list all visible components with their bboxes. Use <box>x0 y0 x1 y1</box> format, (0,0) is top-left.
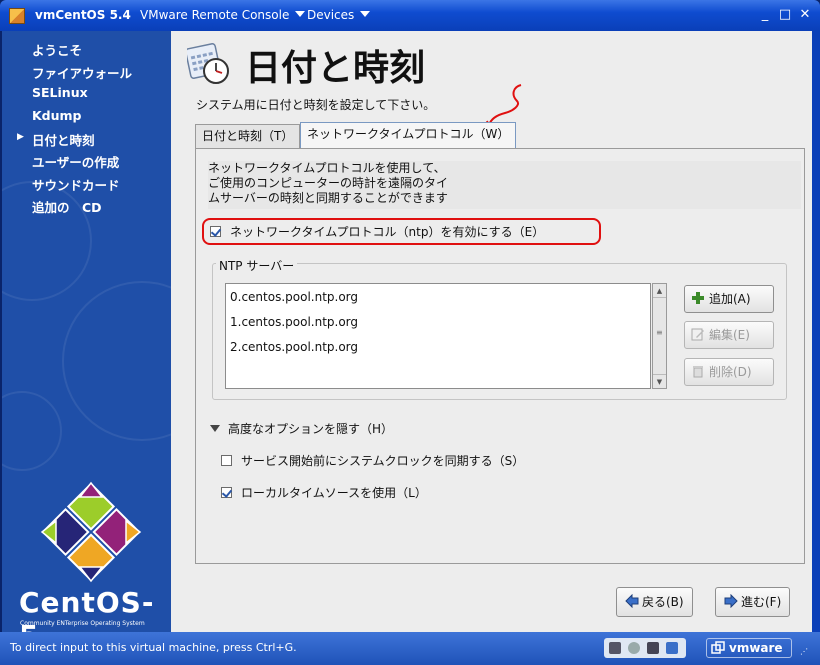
sync-before-start-checkbox[interactable] <box>221 455 232 466</box>
delete-server-label: 削除(D) <box>709 365 752 379</box>
background-flower-decoration <box>62 281 171 441</box>
window-right-border <box>812 31 820 632</box>
vmware-logo: vmware <box>706 638 792 658</box>
ntp-server-list[interactable]: 0.centos.pool.ntp.org 1.centos.pool.ntp.… <box>225 283 651 389</box>
ntp-description-line: ネットワークタイムプロトコルを使用して、 <box>208 161 446 175</box>
arrow-right-icon <box>724 594 738 608</box>
remote-console-menu[interactable]: VMware Remote Console <box>140 8 306 22</box>
scroll-grip-icon: ≡ <box>656 328 663 337</box>
chevron-down-icon <box>360 11 371 17</box>
sidebar-item-create-user: ユーザーの作成 <box>32 155 120 170</box>
edit-server-button[interactable]: 編集(E) <box>684 321 774 349</box>
remote-console-menu-label: VMware Remote Console <box>140 8 290 22</box>
sync-before-start-checkbox-row[interactable]: サービス開始前にシステムクロックを同期する（S） <box>221 452 524 469</box>
sync-before-start-label: サービス開始前にシステムクロックを同期する（S） <box>241 454 525 468</box>
sidebar-item-firewall: ファイアウォール <box>32 66 133 81</box>
enable-ntp-checkbox[interactable] <box>210 226 221 237</box>
use-local-source-checkbox[interactable] <box>221 487 232 498</box>
advanced-options-toggle[interactable]: 高度なオプションを隠す（H） <box>210 420 393 437</box>
device-tray <box>604 638 686 658</box>
add-server-button[interactable]: 追加(A) <box>684 285 774 313</box>
page-description: システム用に日付と時刻を設定して下さい。 <box>196 98 436 112</box>
sidebar-item-selinux: SELinux <box>32 85 88 100</box>
current-step-arrow-icon: ▶ <box>17 132 24 142</box>
resize-grip-icon[interactable]: ⋰ <box>800 647 808 656</box>
vmware-logo-icon <box>711 641 725 654</box>
maximize-icon[interactable]: □ <box>777 7 793 23</box>
minimize-icon[interactable]: _ <box>757 7 773 23</box>
list-item[interactable]: 0.centos.pool.ntp.org <box>230 290 358 304</box>
main-panel: 日付と時刻 システム用に日付と時刻を設定して下さい。 日付と時刻（T） ネットワ… <box>171 31 812 632</box>
back-button[interactable]: 戻る(B) <box>616 587 693 617</box>
ntp-description: ネットワークタイムプロトコルを使用して、 ご使用のコンピューターの時計を遠隔のタ… <box>208 161 801 209</box>
scroll-up-icon[interactable]: ▲ <box>653 284 666 298</box>
forward-label: 進む(F) <box>741 595 782 609</box>
vmware-app-icon <box>9 8 25 24</box>
close-icon[interactable]: ✕ <box>797 7 813 23</box>
hard-disk-icon[interactable] <box>609 642 621 654</box>
floppy-icon[interactable] <box>647 642 659 654</box>
sidebar-item-kdump: Kdump <box>32 108 82 123</box>
list-item[interactable]: 2.centos.pool.ntp.org <box>230 340 358 354</box>
enable-ntp-label: ネットワークタイムプロトコル（ntp）を有効にする（E） <box>230 225 545 239</box>
arrow-left-icon <box>625 594 639 608</box>
edit-pencil-icon <box>691 328 704 341</box>
expander-down-icon <box>210 425 220 432</box>
add-server-label: 追加(A) <box>709 292 751 306</box>
use-local-source-checkbox-row[interactable]: ローカルタイムソースを使用（L） <box>221 484 427 501</box>
ntp-server-list-scrollbar[interactable]: ▲ ≡ ▼ <box>652 283 667 389</box>
network-icon[interactable] <box>666 642 678 654</box>
ntp-servers-frame-label: NTP サーバー <box>216 257 298 274</box>
ntp-description-line: ご使用のコンピューターの時計を遠隔のタイ <box>208 176 449 190</box>
centos-logo-subtitle: Community ENTerprise Operating System <box>20 620 145 627</box>
chevron-down-icon <box>295 11 306 17</box>
vmware-logo-text: vmware <box>729 641 783 655</box>
tab-date-time[interactable]: 日付と時刻（T） <box>195 124 301 148</box>
trash-icon <box>693 366 703 378</box>
centos-logo-icon <box>40 481 142 583</box>
tab-network-time-protocol[interactable]: ネットワークタイムプロトコル（W） <box>300 122 517 148</box>
scroll-down-icon[interactable]: ▼ <box>653 374 666 388</box>
devices-menu[interactable]: Devices <box>307 8 371 22</box>
list-item[interactable]: 1.centos.pool.ntp.org <box>230 315 358 329</box>
background-flower-decoration <box>2 391 62 471</box>
delete-server-button[interactable]: 削除(D) <box>684 358 774 386</box>
sidebar-item-sound-card: サウンドカード <box>32 178 120 193</box>
sidebar-item-additional-cd: 追加の CD <box>32 200 102 215</box>
calendar-clock-icon <box>187 43 229 84</box>
enable-ntp-checkbox-row[interactable]: ネットワークタイムプロトコル（ntp）を有効にする（E） <box>210 223 544 240</box>
ntp-description-line: ムサーバーの時刻と同期することができます <box>208 191 448 205</box>
sidebar-item-welcome: ようこそ <box>32 43 83 58</box>
status-bar: To direct input to this virtual machine,… <box>0 632 820 665</box>
window-title-bar: vmCentOS 5.4 VMware Remote Console Devic… <box>0 0 820 31</box>
advanced-options-label: 高度なオプションを隠す（H） <box>228 422 394 436</box>
page-title: 日付と時刻 <box>245 48 426 89</box>
sidebar-item-date-time: 日付と時刻 <box>32 133 95 148</box>
plus-icon <box>692 292 704 304</box>
use-local-source-label: ローカルタイムソースを使用（L） <box>241 486 427 500</box>
devices-menu-label: Devices <box>307 8 355 22</box>
back-label: 戻る(B) <box>642 595 684 609</box>
forward-button[interactable]: 進む(F) <box>715 587 791 617</box>
sidebar: ようこそ ファイアウォール SELinux Kdump ▶ 日付と時刻 ユーザー… <box>2 31 171 632</box>
cd-drive-icon[interactable] <box>628 642 640 654</box>
status-text: To direct input to this virtual machine,… <box>10 641 297 654</box>
edit-server-label: 編集(E) <box>709 328 750 342</box>
window-title: vmCentOS 5.4 <box>35 8 131 22</box>
